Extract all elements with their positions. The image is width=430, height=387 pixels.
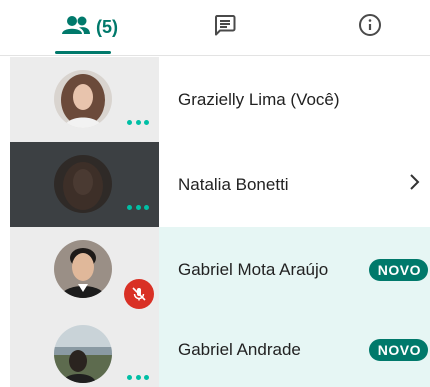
participant-name: Gabriel Mota Araújo [178,259,329,279]
participant-row[interactable]: Gabriel Andrade NOVO [0,312,430,387]
tab-info[interactable] [330,0,410,55]
active-tab-indicator [55,51,111,54]
participant-info: Gabriel Andrade NOVO [159,312,430,387]
more-dots-icon[interactable] [127,205,149,211]
people-icon [62,15,90,40]
more-dots-icon[interactable] [127,120,149,126]
tab-chat[interactable] [185,0,265,55]
new-badge: NOVO [368,338,428,361]
chat-icon [213,13,237,42]
avatar [54,325,112,383]
avatar [54,70,112,128]
participant-info: Gabriel Mota Araújo NOVO [159,227,430,312]
mic-muted-icon [124,279,154,309]
participant-name: Gabriel Andrade [178,339,301,359]
participant-row[interactable]: Grazielly Lima (Você) [0,57,430,142]
more-dots-icon[interactable] [127,375,149,381]
info-icon [358,13,382,42]
avatar [54,155,112,213]
participant-info: Grazielly Lima (Você) [159,57,430,142]
participant-name: Natalia Bonetti [178,174,289,194]
participant-name: Grazielly Lima (Você) [178,89,340,109]
participant-count: (5) [96,17,118,37]
new-badge: NOVO [368,258,428,281]
tab-people[interactable]: (5) [40,0,140,55]
tab-bar: (5) [0,0,430,56]
avatar [54,240,112,298]
participant-row[interactable]: Natalia Bonetti [0,142,430,227]
chevron-right-icon[interactable] [408,173,420,196]
participant-row[interactable]: Gabriel Mota Araújo NOVO [0,227,430,312]
participant-info: Natalia Bonetti [159,142,430,227]
